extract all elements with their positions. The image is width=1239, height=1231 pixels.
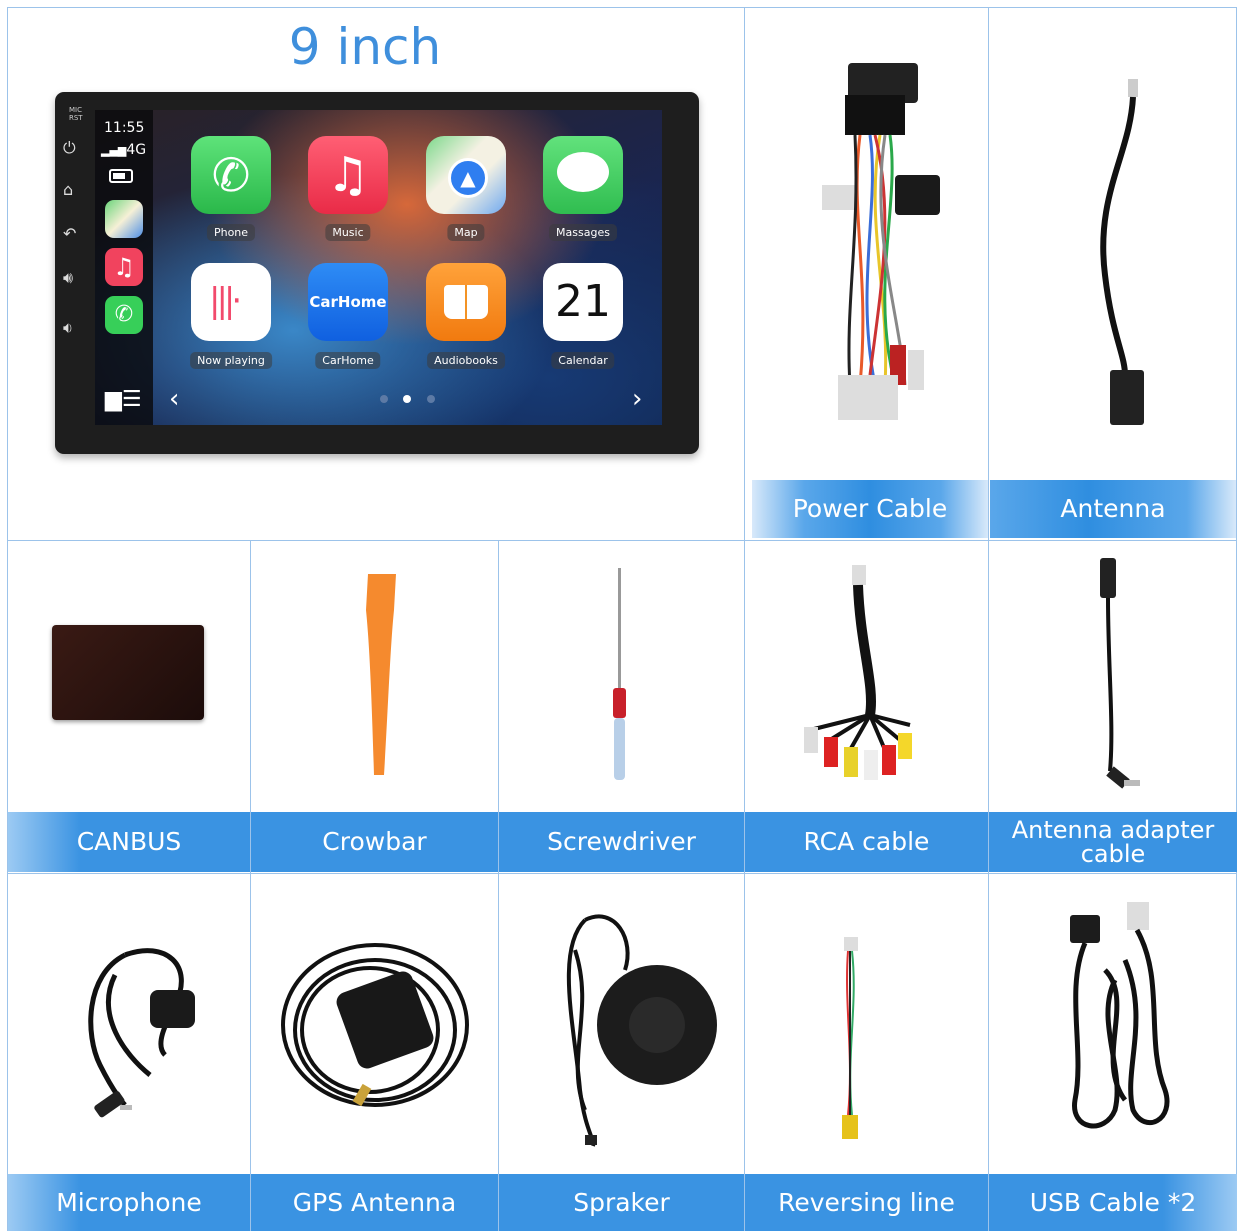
signal-icon: ▂▄▆ [101, 144, 127, 157]
app-calendar[interactable]: 21 [543, 263, 623, 341]
grid-divider [988, 7, 989, 1231]
calendar-date: 21 [555, 276, 611, 327]
label-gps-antenna: GPS Antenna [251, 1174, 498, 1231]
app-calendar-label: Calendar [551, 352, 615, 369]
app-phone-label: Phone [206, 224, 256, 241]
label-microphone: Microphone [8, 1174, 250, 1231]
carplay-sidebar: 11:55 ▂▄▆4G ♫ ✆ ▆☰ [95, 110, 153, 425]
messages-icon [557, 152, 609, 192]
app-map-label: Map [447, 224, 485, 241]
grid-divider [7, 540, 1237, 541]
grid-divider [7, 873, 1237, 874]
label-antenna: Antenna [990, 480, 1236, 538]
app-phone[interactable]: ✆ [191, 136, 271, 214]
app-messages-label: Massages [549, 224, 617, 241]
app-audiobooks[interactable] [426, 263, 506, 341]
microphone-image [88, 948, 195, 1118]
grid-divider [250, 540, 251, 1231]
label-canbus: CANBUS [8, 812, 250, 872]
page-dot-active [403, 395, 411, 403]
prev-page-icon[interactable]: ‹ [169, 384, 179, 414]
sidebar-music-icon[interactable]: ♫ [105, 248, 143, 286]
grid-divider [498, 540, 499, 1231]
next-page-icon[interactable]: › [632, 384, 642, 414]
book-icon [444, 285, 488, 319]
grid-divider [744, 7, 745, 1231]
battery-icon [109, 169, 133, 183]
carhome-icon-text: CarHome [309, 293, 387, 311]
app-now-playing[interactable]: |||· [191, 263, 271, 341]
app-map[interactable]: ▲ [426, 136, 506, 214]
mic-label: MIC [69, 106, 82, 114]
app-carhome[interactable]: CarHome [308, 263, 388, 341]
app-music-label: Music [325, 224, 371, 241]
label-reversing-line: Reversing line [745, 1174, 988, 1231]
page-dot [427, 395, 435, 403]
usb-cable-image [1070, 902, 1170, 1129]
page-dot [380, 395, 388, 403]
sidebar-phone-icon[interactable]: ✆ [105, 296, 143, 334]
label-power-cable: Power Cable [752, 480, 988, 538]
antenna-image [1100, 79, 1144, 425]
antenna-adapter-image [1100, 558, 1140, 789]
app-music[interactable]: ♫ [308, 136, 388, 214]
app-carhome-label: CarHome [315, 352, 381, 369]
label-crowbar: Crowbar [251, 812, 498, 872]
volume-up-icon: 🔊︎ [63, 268, 74, 287]
reversing-line-image [842, 937, 858, 1139]
network-status: ▂▄▆4G [101, 142, 147, 158]
power-cable-image [822, 63, 940, 420]
page-title: 9 inch [288, 18, 442, 76]
app-messages[interactable] [543, 136, 623, 214]
crowbar-image [366, 574, 396, 775]
volume-down-icon: 🔉︎ [63, 318, 74, 337]
label-speaker: Spraker [499, 1174, 744, 1231]
canbus-image [52, 625, 204, 720]
clock: 11:55 [104, 120, 145, 136]
back-icon: ↶ [63, 224, 77, 243]
gps-antenna-image [281, 943, 469, 1107]
home-icon: ⌂ [63, 180, 74, 199]
now-playing-icon: |||· [209, 281, 242, 321]
speaker-image [566, 914, 717, 1147]
power-icon: ⏻ [63, 138, 76, 157]
rca-cable-image [804, 565, 912, 780]
app-now-playing-label: Now playing [190, 352, 272, 369]
label-screwdriver: Screwdriver [499, 812, 744, 872]
label-rca-cable: RCA cable [745, 812, 988, 872]
screwdriver-image [613, 568, 626, 780]
sidebar-map-icon[interactable] [105, 200, 143, 238]
label-antenna-adapter-cable: Antenna adapter cable [989, 812, 1237, 872]
dashboard-icon[interactable]: ▆☰ [105, 389, 142, 411]
label-usb-cable: USB Cable *2 [989, 1174, 1237, 1231]
rst-label: RST [69, 114, 83, 122]
app-audiobooks-label: Audiobooks [427, 352, 505, 369]
map-icon: ▲ [448, 158, 488, 198]
carplay-screen: 11:55 ▂▄▆4G ♫ ✆ ▆☰ ✆ Phone ♫ Music ▲ Map… [95, 110, 662, 425]
